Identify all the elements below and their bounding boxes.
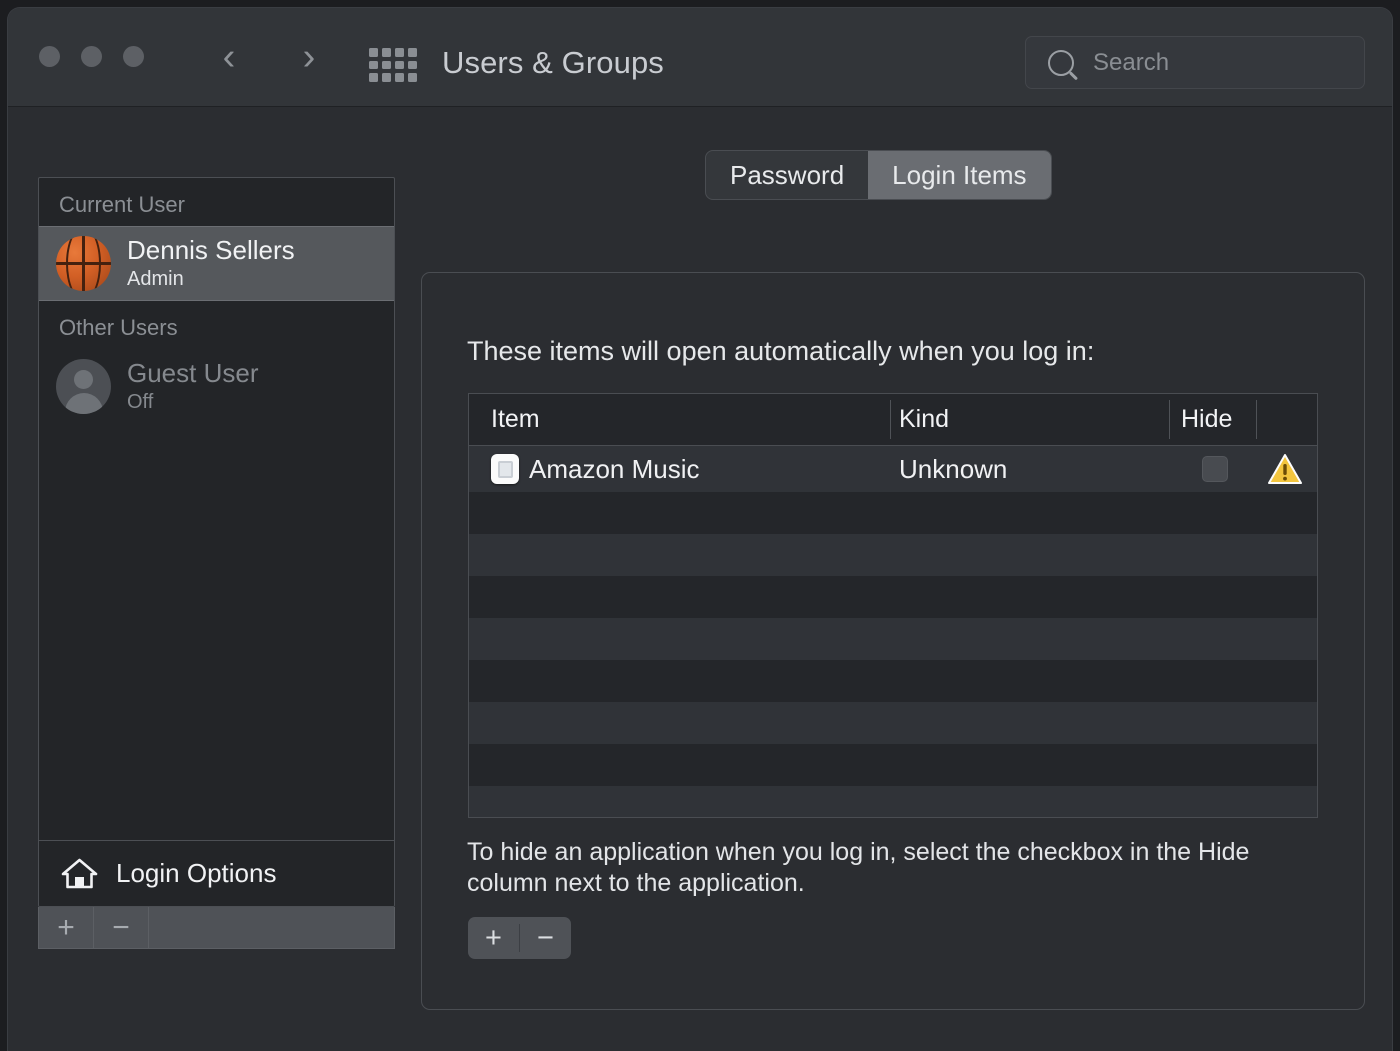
close-button[interactable] xyxy=(39,46,60,67)
minimize-button[interactable] xyxy=(81,46,102,67)
column-header-kind[interactable]: Kind xyxy=(899,405,949,434)
group-header-current-user: Current User xyxy=(59,192,185,217)
warning-triangle-icon[interactable] xyxy=(1267,446,1303,492)
window-titlebar: ‹ › Users & Groups xyxy=(8,8,1392,107)
group-header-other-users: Other Users xyxy=(59,315,178,340)
zoom-button[interactable] xyxy=(123,46,144,67)
table-row[interactable]: Amazon Music Unknown xyxy=(469,446,1317,492)
table-row-empty[interactable] xyxy=(469,744,1317,786)
table-row-empty[interactable] xyxy=(469,786,1317,817)
user-role: Admin xyxy=(127,268,184,291)
sidebar-toolbar: + − xyxy=(38,907,395,949)
user-status: Off xyxy=(127,391,154,414)
tab-bar: Password Login Items xyxy=(705,150,1052,200)
table-row-empty[interactable] xyxy=(469,534,1317,576)
table-row-empty[interactable] xyxy=(469,576,1317,618)
table-row-empty[interactable] xyxy=(469,660,1317,702)
add-user-button[interactable]: + xyxy=(39,907,94,948)
item-kind: Unknown xyxy=(899,453,1008,484)
users-sidebar: Current User Dennis Sellers Admin Other … xyxy=(38,177,395,907)
column-divider[interactable] xyxy=(1169,400,1170,439)
forward-chevron-icon[interactable]: › xyxy=(290,38,328,78)
add-remove-login-item-control: + − xyxy=(468,917,571,959)
show-all-grid-icon[interactable] xyxy=(369,48,417,82)
window-content: Current User Dennis Sellers Admin Other … xyxy=(8,107,1392,1051)
login-items-table: Item Kind Hide Amazon Music Unknown xyxy=(468,393,1318,818)
basketball-avatar xyxy=(56,236,111,291)
tab-login-items[interactable]: Login Items xyxy=(868,151,1051,199)
home-icon xyxy=(61,858,98,889)
user-name: Guest User xyxy=(127,358,259,389)
column-divider[interactable] xyxy=(1256,400,1257,439)
item-name: Amazon Music xyxy=(529,453,700,484)
panel-description: These items will open automatically when… xyxy=(467,336,1095,366)
search-field[interactable] xyxy=(1025,36,1365,89)
table-row-empty[interactable] xyxy=(469,492,1317,534)
sidebar-item-login-options[interactable]: Login Options xyxy=(39,840,394,906)
tab-password[interactable]: Password xyxy=(706,151,868,199)
login-options-label: Login Options xyxy=(116,858,277,888)
table-header-row: Item Kind Hide xyxy=(469,394,1317,446)
hide-column-hint: To hide an application when you log in, … xyxy=(467,838,1250,897)
remove-login-item-button[interactable]: − xyxy=(520,917,571,959)
column-header-item[interactable]: Item xyxy=(491,405,540,434)
add-login-item-button[interactable]: + xyxy=(468,917,519,959)
system-preferences-window: ‹ › Users & Groups Current User Dennis S… xyxy=(8,8,1392,1051)
page-title: Users & Groups xyxy=(442,45,664,80)
person-avatar xyxy=(56,359,111,414)
back-chevron-icon[interactable]: ‹ xyxy=(210,38,248,78)
user-name: Dennis Sellers xyxy=(127,235,295,266)
search-input[interactable] xyxy=(1091,47,1345,78)
generic-app-icon xyxy=(491,454,519,484)
table-row-empty[interactable] xyxy=(469,702,1317,744)
remove-user-button[interactable]: − xyxy=(94,907,149,948)
column-header-hide[interactable]: Hide xyxy=(1181,405,1232,434)
hide-checkbox[interactable] xyxy=(1202,446,1228,492)
sidebar-item-guest-user[interactable]: Guest User Off xyxy=(39,349,394,424)
column-divider[interactable] xyxy=(890,400,891,439)
traffic-light-buttons xyxy=(39,46,144,67)
table-row-empty[interactable] xyxy=(469,618,1317,660)
sidebar-item-dennis-sellers[interactable]: Dennis Sellers Admin xyxy=(39,226,394,301)
cell-item: Amazon Music xyxy=(491,446,700,492)
search-icon xyxy=(1048,49,1074,76)
